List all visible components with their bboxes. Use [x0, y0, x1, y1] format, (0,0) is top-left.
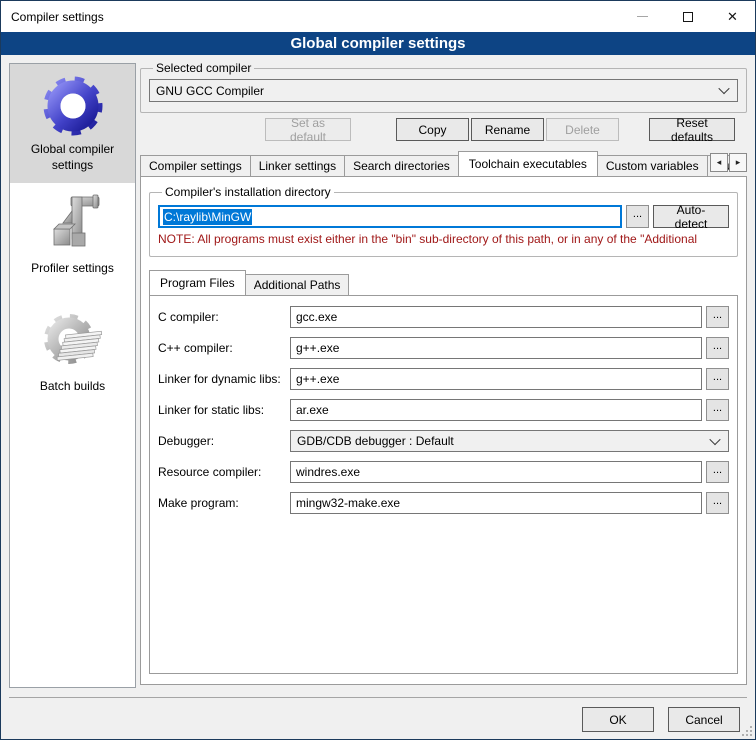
c-compiler-label: C compiler:: [158, 310, 290, 324]
tab-toolchain-executables[interactable]: Toolchain executables: [458, 151, 598, 176]
sidebar-item-label: Profiler settings: [12, 261, 133, 277]
static-linker-row: Linker for static libs: ar.exe ...: [158, 399, 729, 421]
compiler-settings-dialog: Compiler settings ✕ Global compiler sett…: [0, 0, 756, 740]
sidebar-item-global-compiler-settings[interactable]: Global compiler settings: [10, 64, 135, 183]
cpp-compiler-label: C++ compiler:: [158, 341, 290, 355]
installation-directory-group: Compiler's installation directory C:\ray…: [149, 185, 738, 257]
c-compiler-browse-button[interactable]: ...: [706, 306, 729, 328]
reset-defaults-button[interactable]: Reset defaults: [649, 118, 735, 141]
close-icon: ✕: [727, 10, 738, 23]
make-program-row: Make program: mingw32-make.exe ...: [158, 492, 729, 514]
caliper-icon: [41, 193, 105, 257]
main-panel: Selected compiler GNU GCC Compiler Set a…: [140, 61, 747, 685]
installation-directory-row: C:\raylib\MinGW ... Auto-detect: [158, 205, 729, 228]
installation-directory-legend: Compiler's installation directory: [162, 185, 334, 199]
debugger-row: Debugger: GDB/CDB debugger : Default: [158, 430, 729, 452]
arrow-right-icon: ▸: [736, 157, 741, 168]
minimize-icon: [637, 16, 648, 17]
sidebar-item-profiler-settings[interactable]: Profiler settings: [10, 183, 135, 287]
compiler-select[interactable]: GNU GCC Compiler: [149, 79, 738, 102]
debugger-select[interactable]: GDB/CDB debugger : Default: [290, 430, 729, 452]
cpp-compiler-row: C++ compiler: g++.exe ...: [158, 337, 729, 359]
arrow-left-icon: ◂: [717, 157, 722, 168]
bin-subdirectory-note: NOTE: All programs must exist either in …: [158, 232, 729, 246]
copy-button[interactable]: Copy: [396, 118, 469, 141]
ok-button[interactable]: OK: [582, 707, 654, 732]
tab-search-directories[interactable]: Search directories: [344, 155, 459, 176]
window-title: Compiler settings: [1, 10, 620, 24]
set-as-default-button[interactable]: Set as default: [265, 118, 351, 141]
make-program-browse-button[interactable]: ...: [706, 492, 729, 514]
sidebar-item-label: Batch builds: [12, 379, 133, 395]
footer-separator: [9, 697, 747, 698]
resize-grip[interactable]: [740, 724, 752, 736]
dynamic-linker-label: Linker for dynamic libs:: [158, 372, 290, 386]
c-compiler-input[interactable]: gcc.exe: [290, 306, 702, 328]
installation-directory-browse-button[interactable]: ...: [626, 205, 649, 228]
chevron-down-icon: [720, 86, 729, 95]
tab-linker-settings[interactable]: Linker settings: [250, 155, 345, 176]
dynamic-linker-browse-button[interactable]: ...: [706, 368, 729, 390]
dynamic-linker-row: Linker for dynamic libs: g++.exe ...: [158, 368, 729, 390]
titlebar: Compiler settings ✕: [1, 1, 755, 32]
delete-button[interactable]: Delete: [546, 118, 619, 141]
installation-directory-input[interactable]: C:\raylib\MinGW: [158, 205, 622, 228]
c-compiler-row: C compiler: gcc.exe ...: [158, 306, 729, 328]
static-linker-input[interactable]: ar.exe: [290, 399, 702, 421]
compiler-select-value: GNU GCC Compiler: [156, 84, 720, 98]
tab-program-files[interactable]: Program Files: [149, 270, 246, 295]
cpp-compiler-browse-button[interactable]: ...: [706, 337, 729, 359]
tab-custom-variables[interactable]: Custom variables: [597, 155, 708, 176]
gray-gear-stack-icon: [41, 311, 105, 375]
program-files-tabstrip: Program Files Additional Paths: [149, 269, 738, 295]
static-linker-label: Linker for static libs:: [158, 403, 290, 417]
make-program-input[interactable]: mingw32-make.exe: [290, 492, 702, 514]
sidebar-item-label: Global compiler settings: [12, 142, 133, 173]
installation-directory-value: C:\raylib\MinGW: [163, 209, 252, 225]
tab-scrollers: ◂ ▸: [709, 153, 747, 172]
resource-compiler-input[interactable]: windres.exe: [290, 461, 702, 483]
minimize-button[interactable]: [620, 1, 665, 32]
sidebar-item-batch-builds[interactable]: Batch builds: [10, 287, 135, 405]
dialog-content: Global compiler settings: [1, 55, 755, 739]
tab-additional-paths[interactable]: Additional Paths: [245, 274, 350, 295]
settings-tabstrip: Compiler settings Linker settings Search…: [140, 150, 747, 176]
footer-buttons: OK Cancel: [582, 707, 740, 732]
auto-detect-button[interactable]: Auto-detect: [653, 205, 729, 228]
debugger-label: Debugger:: [158, 434, 290, 448]
toolchain-executables-page: Compiler's installation directory C:\ray…: [140, 176, 747, 685]
dynamic-linker-input[interactable]: g++.exe: [290, 368, 702, 390]
selected-compiler-group: Selected compiler GNU GCC Compiler: [140, 61, 747, 113]
cpp-compiler-input[interactable]: g++.exe: [290, 337, 702, 359]
tab-compiler-settings[interactable]: Compiler settings: [140, 155, 251, 176]
close-button[interactable]: ✕: [710, 1, 755, 32]
resource-compiler-browse-button[interactable]: ...: [706, 461, 729, 483]
maximize-icon: [683, 12, 693, 22]
page-title: Global compiler settings: [1, 32, 755, 55]
static-linker-browse-button[interactable]: ...: [706, 399, 729, 421]
tab-scroll-right-button[interactable]: ▸: [729, 153, 747, 172]
chevron-down-icon: [711, 437, 720, 446]
debugger-select-value: GDB/CDB debugger : Default: [297, 434, 711, 448]
blue-gear-icon: [41, 74, 105, 138]
tab-scroll-left-button[interactable]: ◂: [710, 153, 728, 172]
resource-compiler-row: Resource compiler: windres.exe ...: [158, 461, 729, 483]
rename-button[interactable]: Rename: [471, 118, 544, 141]
selected-compiler-legend: Selected compiler: [153, 61, 254, 75]
cancel-button[interactable]: Cancel: [668, 707, 740, 732]
make-program-label: Make program:: [158, 496, 290, 510]
settings-category-list: Global compiler settings: [9, 63, 136, 688]
program-files-page: C compiler: gcc.exe ... C++ compiler: g+…: [149, 295, 738, 674]
compiler-actions: Set as default Copy Rename Delete Reset …: [140, 118, 747, 141]
resource-compiler-label: Resource compiler:: [158, 465, 290, 479]
maximize-button[interactable]: [665, 1, 710, 32]
